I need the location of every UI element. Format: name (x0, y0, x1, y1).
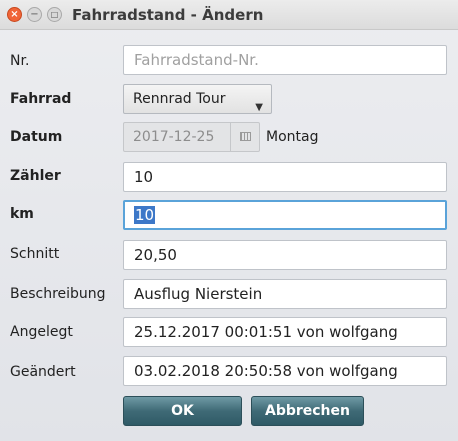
fahrrad-label: Fahrrad (10, 91, 72, 107)
beschreibung-input[interactable]: Ausflug Nierstein (123, 279, 447, 309)
km-input[interactable]: 10 (123, 200, 447, 230)
km-label: km (10, 206, 34, 222)
weekday-text: Montag (266, 129, 319, 145)
chevron-down-icon: ▼ (255, 102, 263, 113)
zaehler-label: Zähler (10, 168, 61, 184)
fahrrad-select-value: Rennrad Tour (133, 91, 226, 107)
geaendert-input[interactable]: 03.02.2018 20:50:58 von wolfgang (123, 356, 447, 386)
schnitt-input[interactable]: 20,50 (123, 240, 447, 270)
window-title: Fahrradstand - Ändern (72, 6, 264, 24)
nr-input[interactable]: Fahrradstand-Nr. (123, 45, 447, 75)
angelegt-input[interactable]: 25.12.2017 00:01:51 von wolfgang (123, 317, 447, 347)
datum-label: Datum (10, 129, 63, 145)
maximize-icon[interactable]: □ (47, 7, 62, 22)
cancel-button[interactable]: Abbrechen (251, 396, 364, 426)
km-input-selection: 10 (134, 206, 156, 224)
dialog-window: × − □ Fahrradstand - Ändern Nr. Fahrrads… (0, 0, 458, 441)
fahrrad-select[interactable]: Rennrad Tour ▼ (123, 84, 272, 114)
beschreibung-label: Beschreibung (10, 286, 106, 302)
calendar-icon (240, 132, 251, 141)
zaehler-input[interactable]: 10 (123, 162, 447, 192)
schnitt-label: Schnitt (10, 246, 60, 262)
calendar-button (230, 123, 259, 151)
minimize-icon[interactable]: − (27, 7, 42, 22)
angelegt-label: Angelegt (10, 324, 73, 340)
geaendert-label: Geändert (10, 364, 76, 380)
ok-button[interactable]: OK (123, 396, 242, 426)
title-bar: × − □ Fahrradstand - Ändern (0, 0, 458, 30)
close-icon[interactable]: × (7, 7, 22, 22)
nr-label: Nr. (10, 53, 30, 69)
